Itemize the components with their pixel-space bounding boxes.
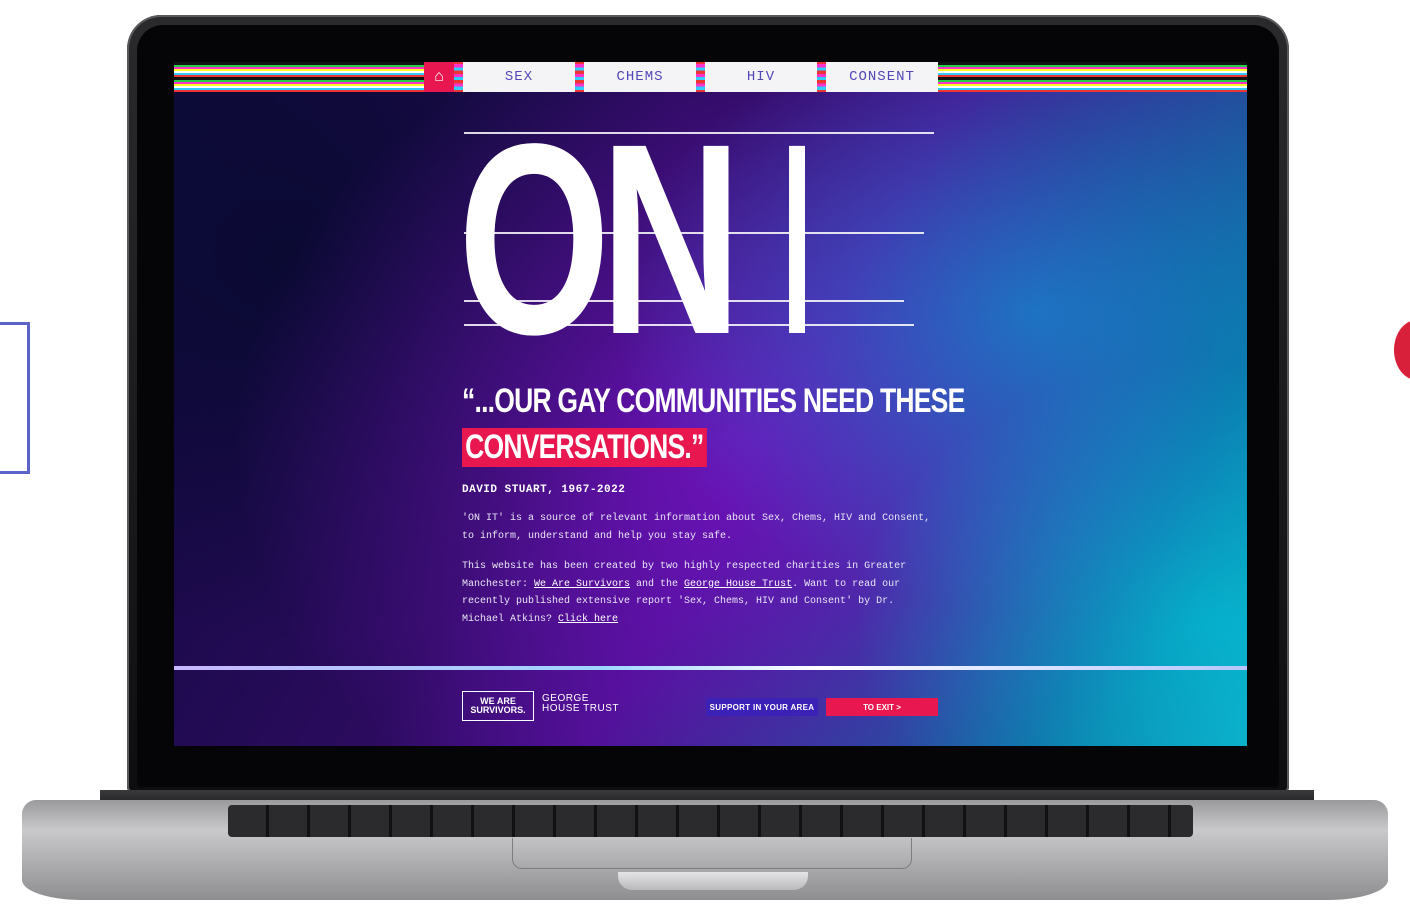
footer-divider	[174, 666, 1247, 670]
nav-item-chems[interactable]: CHEMS	[575, 62, 696, 92]
glitch-bar-left	[174, 62, 424, 92]
page-edge-bracket-decoration	[0, 322, 30, 474]
laptop-front-notch	[618, 872, 808, 890]
page-edge-circle-decoration	[1394, 320, 1410, 380]
intro-text: and the	[630, 578, 685, 590]
nav-item-sex[interactable]: SEX	[454, 62, 575, 92]
main-nav: ⌂ SEX CHEMS HIV CONSENT	[424, 62, 938, 92]
nav-item-hiv[interactable]: HIV	[696, 62, 817, 92]
site-logo-title: ON IT	[458, 114, 805, 364]
glitch-line	[464, 132, 934, 134]
glitch-line	[464, 300, 904, 302]
glitch-line	[464, 232, 924, 234]
intro-paragraph-1: 'ON IT' is a source of relevant informat…	[462, 513, 931, 542]
support-in-your-area-button[interactable]: SUPPORT IN YOUR AREA	[706, 698, 818, 716]
hero-quote-line-1: “...OUR GAY COMMUNITIES NEED THESE	[462, 382, 965, 420]
george-house-trust-logo[interactable]: GEORGE HOUSE TRUST	[542, 694, 622, 714]
hero-quote-line-2: CONVERSATIONS.”	[462, 428, 707, 467]
quote-attribution: DAVID STUART, 1967-2022	[462, 484, 626, 496]
nav-item-consent[interactable]: CONSENT	[817, 62, 938, 92]
laptop-trackpad	[512, 838, 912, 869]
website-screen: ⌂ SEX CHEMS HIV CONSENT ON IT “...OUR GA…	[174, 62, 1247, 746]
home-icon: ⌂	[434, 68, 444, 85]
intro-paragraph-2: This website has been created by two hig…	[462, 558, 932, 628]
glitch-bar-right	[938, 62, 1247, 92]
exit-button[interactable]: TO EXIT >	[826, 698, 938, 716]
home-button[interactable]: ⌂	[424, 62, 454, 92]
george-house-trust-link[interactable]: George House Trust	[684, 579, 792, 590]
we-are-survivors-logo[interactable]: WE ARE SURVIVORS.	[462, 691, 534, 721]
laptop-keyboard	[228, 805, 1193, 837]
we-are-survivors-link[interactable]: We Are Survivors	[534, 579, 630, 590]
glitch-line	[464, 324, 914, 326]
click-here-link[interactable]: Click here	[558, 614, 618, 625]
